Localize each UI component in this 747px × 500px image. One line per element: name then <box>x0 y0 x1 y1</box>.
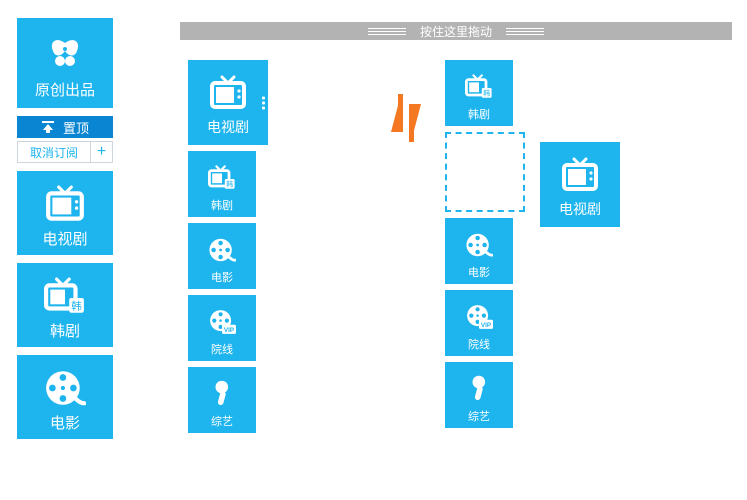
tile-label: 电视剧 <box>559 199 601 219</box>
tv-icon <box>17 180 113 228</box>
sidebar-item-label: 电视剧 <box>42 228 87 249</box>
sidebar: 原创出品 置顶 取消订阅 + 电视剧韩韩剧电影 <box>17 18 113 447</box>
category-tile[interactable]: 综艺 <box>445 362 513 428</box>
sidebar-actions: 取消订阅 + <box>17 141 113 163</box>
category-tile[interactable]: 电影 <box>445 218 513 284</box>
tile-label: 综艺 <box>211 413 233 429</box>
category-tile[interactable]: 韩韩剧 <box>188 151 256 217</box>
korean-tv-icon: 韩 <box>17 272 113 320</box>
left-column-items: 韩韩剧电影 VIP 院线综艺 <box>188 151 268 433</box>
tile-label: 韩剧 <box>468 106 490 122</box>
drop-zone[interactable] <box>445 132 525 212</box>
tile-label: 电影 <box>468 264 490 280</box>
sidebar-item-label: 电影 <box>50 412 80 433</box>
sidebar-original-label: 原创出品 <box>35 79 95 100</box>
drag-handle-icon <box>506 28 544 35</box>
svg-text:韩: 韩 <box>71 300 82 313</box>
svg-text:韩: 韩 <box>226 180 233 189</box>
category-tile[interactable]: VIP 院线 <box>188 295 256 361</box>
vip-reel-icon: VIP <box>465 298 493 336</box>
tile-label: 综艺 <box>468 408 490 424</box>
unsubscribe-button[interactable]: 取消订阅 <box>17 141 91 163</box>
plus-icon: + <box>97 144 106 160</box>
swap-icon <box>385 90 427 146</box>
add-button[interactable]: + <box>91 141 113 163</box>
mic-icon <box>469 370 489 408</box>
svg-text:VIP: VIP <box>224 327 234 334</box>
svg-text:韩: 韩 <box>483 89 490 98</box>
sidebar-item-film-reel[interactable]: 电影 <box>17 355 113 439</box>
sidebar-item-label: 韩剧 <box>50 320 80 341</box>
drag-bar-label: 按住这里拖动 <box>420 23 492 40</box>
butterfly-icon <box>17 31 113 79</box>
drag-bar[interactable]: 按住这里拖动 <box>180 22 732 40</box>
mic-icon <box>212 375 232 413</box>
right-column: 韩韩剧 电影 VIP 院线综艺 <box>445 60 525 434</box>
tv-icon <box>208 69 248 117</box>
category-tile[interactable]: 电影 <box>188 223 256 289</box>
tile-label: 电影 <box>211 269 233 285</box>
vip-reel-icon: VIP <box>208 303 236 341</box>
pin-label: 置顶 <box>63 118 89 137</box>
right-column-items: 电影 VIP 院线综艺 <box>445 218 525 428</box>
sidebar-original-tile[interactable]: 原创出品 <box>17 18 113 108</box>
pin-button[interactable]: 置顶 <box>17 116 113 138</box>
floating-tile[interactable]: 电视剧 <box>540 142 620 233</box>
category-tile-large[interactable]: 电视剧 <box>188 60 268 145</box>
tile-label: 电视剧 <box>207 117 249 137</box>
pin-arrow-icon <box>41 121 55 133</box>
korean-tv-icon: 韩 <box>208 159 236 197</box>
korean-tv-icon: 韩 <box>465 68 493 106</box>
sidebar-item-korean-tv[interactable]: 韩韩剧 <box>17 263 113 347</box>
left-column: 电视剧 韩韩剧电影 VIP 院线综艺 <box>188 60 268 439</box>
tile-label: 院线 <box>468 336 490 352</box>
tile-label: 院线 <box>211 341 233 357</box>
drag-grip-icon <box>262 96 265 109</box>
category-tile-large[interactable]: 电视剧 <box>540 142 620 227</box>
right-column-top: 韩韩剧 <box>445 60 525 126</box>
sidebar-items: 电视剧韩韩剧电影 <box>17 171 113 439</box>
tile-label: 韩剧 <box>211 197 233 213</box>
category-tile[interactable]: VIP 院线 <box>445 290 513 356</box>
category-tile[interactable]: 韩韩剧 <box>445 60 513 126</box>
svg-text:VIP: VIP <box>481 322 491 329</box>
sidebar-item-tv[interactable]: 电视剧 <box>17 171 113 255</box>
category-tile[interactable]: 综艺 <box>188 367 256 433</box>
tv-icon <box>560 151 600 199</box>
film-reel-icon <box>465 226 493 264</box>
film-reel-icon <box>208 231 236 269</box>
film-reel-icon <box>17 364 113 412</box>
drag-handle-icon <box>368 28 406 35</box>
unsubscribe-label: 取消订阅 <box>30 144 78 161</box>
